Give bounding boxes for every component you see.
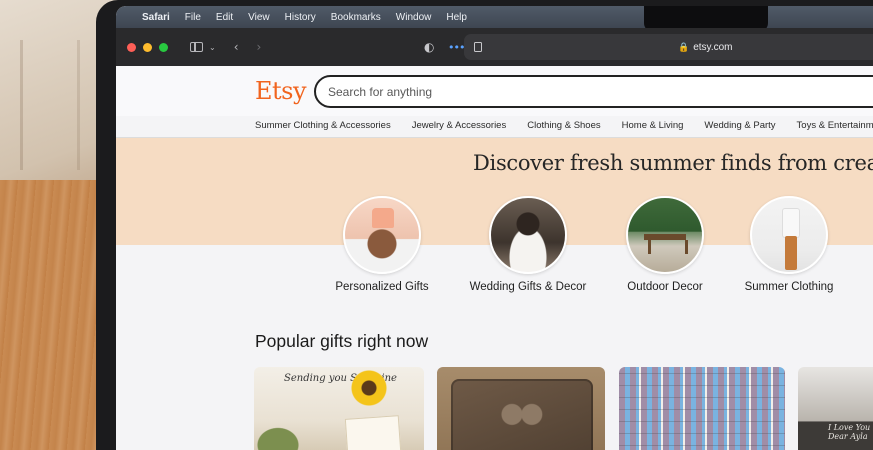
category-image [626, 196, 704, 274]
popular-gifts-heading: Popular gifts right now [255, 331, 429, 351]
category-label: Wedding Gifts & Decor [469, 281, 587, 293]
product-image-greenery [254, 415, 314, 450]
menu-item-history[interactable]: History [285, 12, 316, 23]
menu-item-file[interactable]: File [185, 12, 201, 23]
menu-item-edit[interactable]: Edit [216, 12, 233, 23]
etsy-header: Etsy Search for anything [116, 66, 873, 116]
menu-item-bookmarks[interactable]: Bookmarks [331, 12, 381, 23]
reader-view-icon[interactable] [474, 42, 482, 52]
nav-item-home-living[interactable]: Home & Living [622, 120, 684, 131]
category-image [489, 196, 567, 274]
sidebar-toggle-icon[interactable] [190, 42, 203, 52]
window-controls [127, 42, 168, 52]
menu-item-safari[interactable]: Safari [142, 12, 170, 23]
product-card-engraved-wallet[interactable] [437, 367, 605, 450]
nav-item-wedding-party[interactable]: Wedding & Party [704, 120, 775, 131]
nav-item-jewelry[interactable]: Jewelry & Accessories [412, 120, 507, 131]
close-window-button[interactable] [127, 42, 136, 52]
hero-title: Discover fresh summer finds from creativ… [473, 151, 873, 175]
category-wedding-gifts[interactable]: Wedding Gifts & Decor [453, 196, 603, 293]
search-input[interactable]: Search for anything [314, 75, 873, 108]
gift-card-image [344, 415, 402, 450]
product-card-engraved-gift[interactable]: I Love You Dear Ayla [798, 367, 873, 450]
background-chair [20, 40, 80, 170]
product-image-text: I Love You Dear Ayla [828, 423, 871, 441]
back-arrow-icon[interactable]: ‹ [234, 40, 239, 54]
nav-item-clothing-shoes[interactable]: Clothing & Shoes [527, 120, 600, 131]
url-text: etsy.com [693, 41, 733, 53]
nav-item-summer-clothing[interactable]: Summer Clothing & Accessories [255, 120, 391, 131]
category-personalized-gifts[interactable]: Personalized Gifts [307, 196, 457, 293]
address-bar[interactable]: 🔒 etsy.com [464, 34, 873, 60]
category-summer-clothing[interactable]: Summer Clothing [714, 196, 864, 293]
etsy-logo[interactable]: Etsy [255, 77, 307, 105]
category-label: Summer Clothing [744, 281, 834, 293]
zoom-window-button[interactable] [159, 42, 168, 52]
nav-item-toys[interactable]: Toys & Entertainment [797, 120, 873, 131]
minimize-window-button[interactable] [143, 42, 152, 52]
product-card-sunshine-box[interactable]: Sending you Sunshine [254, 367, 424, 450]
search-placeholder: Search for anything [328, 84, 433, 99]
chevron-down-icon[interactable]: ⌄ [209, 43, 216, 52]
menu-item-view[interactable]: View [248, 12, 270, 23]
laptop-screen: Safari File Edit View History Bookmarks … [116, 6, 873, 450]
category-image [343, 196, 421, 274]
category-nav: Summer Clothing & Accessories Jewelry & … [255, 120, 873, 131]
product-card-dad-socks[interactable] [619, 367, 785, 450]
privacy-shield-icon[interactable]: ◐ [424, 40, 434, 54]
menu-item-help[interactable]: Help [446, 12, 467, 23]
menu-item-window[interactable]: Window [396, 12, 432, 23]
category-label: Personalized Gifts [335, 281, 429, 293]
category-image [750, 196, 828, 274]
socks-pattern-image [619, 367, 785, 450]
sunflower-image [350, 369, 388, 407]
lock-icon: 🔒 [678, 41, 690, 52]
safari-toolbar: ⌄ ‹ › ◐ •••| 🔒 etsy.com [116, 28, 873, 66]
wallet-image [451, 379, 593, 450]
forward-arrow-icon[interactable]: › [257, 40, 262, 54]
